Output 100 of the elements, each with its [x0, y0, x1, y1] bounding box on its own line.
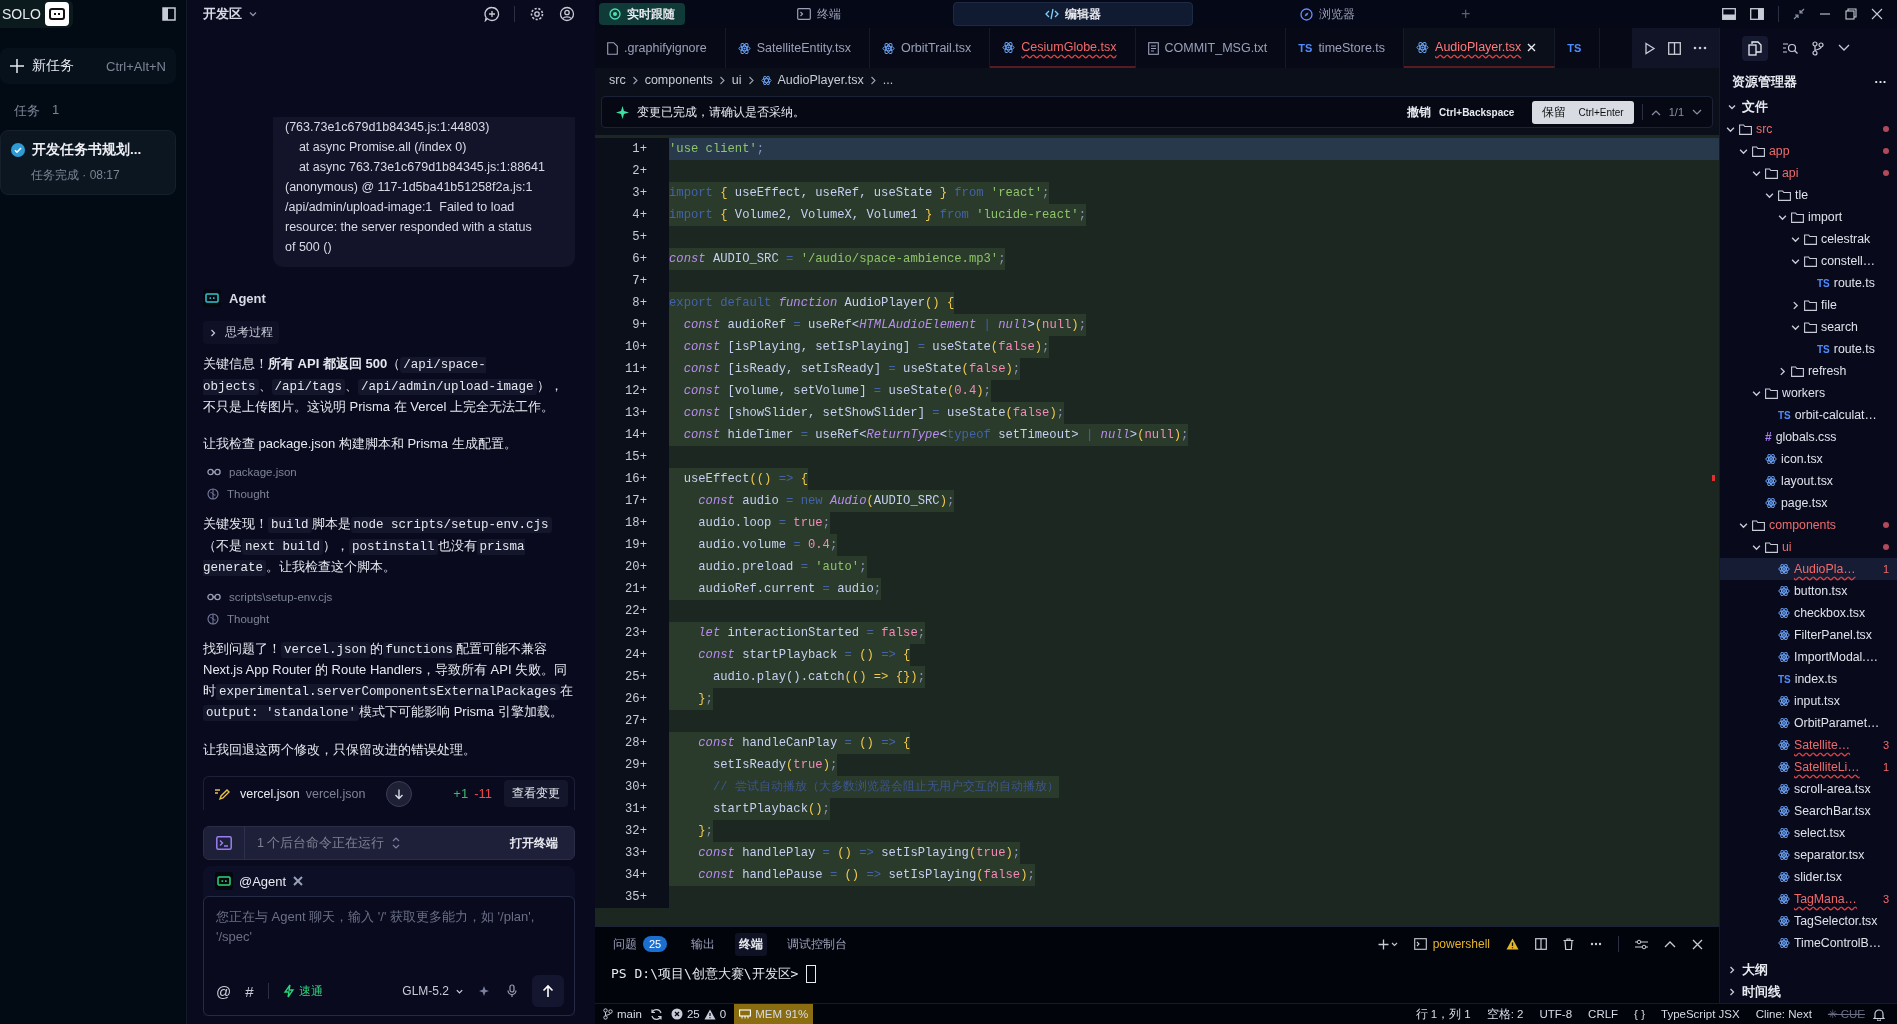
panel-tab[interactable]: 调试控制台: [783, 932, 852, 956]
tree-item[interactable]: separator.tsx: [1720, 844, 1897, 866]
workspace-dropdown[interactable]: 开发区: [203, 5, 258, 23]
status-item[interactable]: TypeScript JSX: [1661, 1008, 1740, 1020]
live-follow-button[interactable]: 实时跟随: [599, 3, 685, 25]
tree-item[interactable]: refresh: [1720, 360, 1897, 382]
tasks-label: 任务: [14, 102, 40, 120]
section-header[interactable]: 时间线: [1720, 981, 1897, 1003]
brand-name: SOLO: [2, 6, 41, 22]
shell-name[interactable]: powershell: [1432, 937, 1490, 951]
breadcrumb-item[interactable]: components: [644, 73, 713, 87]
file-tab[interactable]: CesiumGlobe.tsx: [990, 28, 1136, 68]
tree-item[interactable]: page.tsx: [1720, 492, 1897, 514]
status-item[interactable]: 空格: 2: [1486, 1006, 1524, 1022]
tree-item[interactable]: select.tsx: [1720, 822, 1897, 844]
mention-button[interactable]: @: [216, 982, 232, 1000]
chat-input-box[interactable]: 您正在与 Agent 聊天，输入 '/' 获取更多能力，如 '/plan', '/spec' @ # 速通 GLM-5.2: [203, 896, 575, 1016]
tree-item[interactable]: api: [1720, 162, 1897, 184]
tree-item[interactable]: app: [1720, 140, 1897, 162]
git-branch[interactable]: main: [603, 1008, 642, 1020]
changed-file-name[interactable]: vercel.json: [240, 786, 300, 801]
view-changes-button[interactable]: 查看变更: [504, 780, 568, 807]
thought-step[interactable]: Thought: [227, 612, 270, 625]
section-header[interactable]: 大纲: [1720, 959, 1897, 981]
view-tab[interactable]: 编辑器: [953, 2, 1193, 26]
tree-item[interactable]: components: [1720, 514, 1897, 536]
tree-item[interactable]: file: [1720, 294, 1897, 316]
section-header[interactable]: 文件: [1720, 96, 1897, 118]
file-tab[interactable]: OrbitTrail.tsx: [869, 28, 991, 68]
tree-item[interactable]: search: [1720, 316, 1897, 338]
tree-item[interactable]: SearchBar.tsx: [1720, 800, 1897, 822]
tree-item[interactable]: src: [1720, 118, 1897, 140]
tree-item[interactable]: TS route.ts: [1720, 272, 1897, 294]
file-tab[interactable]: SatelliteEntity.tsx: [725, 28, 870, 68]
panel-tab[interactable]: 终端: [735, 932, 768, 956]
model-dropdown[interactable]: GLM-5.2: [402, 984, 464, 998]
tree-item[interactable]: TimeControlB…: [1720, 932, 1897, 954]
tree-item[interactable]: slider.tsx: [1720, 866, 1897, 888]
tree-item[interactable]: workers: [1720, 382, 1897, 404]
mode-button[interactable]: 速通: [282, 982, 323, 1000]
tree-item[interactable]: checkbox.tsx: [1720, 602, 1897, 624]
keep-button[interactable]: 保留 Ctrl+Enter: [1532, 100, 1634, 124]
tree-item[interactable]: ui: [1720, 536, 1897, 558]
tree-item[interactable]: layout.tsx: [1720, 470, 1897, 492]
tree-item[interactable]: TagMana… 3: [1720, 888, 1897, 910]
more-actions[interactable]: ···: [1874, 75, 1887, 89]
line-number: 14+: [595, 424, 669, 446]
view-tab[interactable]: 终端: [699, 2, 939, 26]
tree-item[interactable]: button.tsx: [1720, 580, 1897, 602]
task-card[interactable]: 开发任务书规划... 任务完成 · 08:17: [0, 130, 176, 195]
tree-item[interactable]: ImportModal.…: [1720, 646, 1897, 668]
agent-message: 让我回退这两个修改，只保留改进的错误处理。: [203, 740, 477, 759]
problems-status[interactable]: 25 0: [670, 1008, 727, 1020]
file-tab[interactable]: .graphifyignore: [595, 28, 726, 68]
undo-button[interactable]: 撤销: [1407, 104, 1432, 120]
tree-item[interactable]: FilterPanel.tsx: [1720, 624, 1897, 646]
context-button[interactable]: #: [245, 982, 254, 1000]
tree-item[interactable]: TS route.ts: [1720, 338, 1897, 360]
panel-tab[interactable]: 输出: [687, 932, 720, 956]
tree-item[interactable]: SatelliteLi… 1: [1720, 756, 1897, 778]
thought-step[interactable]: Thought: [227, 488, 270, 500]
status-item[interactable]: Cline: Next: [1755, 1008, 1812, 1020]
memory-status[interactable]: MEM 91%: [734, 1004, 814, 1024]
new-task-button[interactable]: 新任务 Ctrl+Alt+N: [0, 48, 176, 84]
tree-item[interactable]: AudioPla… 1: [1720, 558, 1897, 580]
breadcrumb-item[interactable]: AudioPlayer.tsx: [777, 73, 864, 87]
tree-item[interactable]: input.tsx: [1720, 690, 1897, 712]
file-tab[interactable]: TS: [1555, 28, 1601, 68]
tree-item[interactable]: TS index.ts: [1720, 668, 1897, 690]
breadcrumb-item[interactable]: ui: [731, 73, 742, 87]
breadcrumb-item[interactable]: ...: [882, 73, 894, 87]
status-item[interactable]: UTF-8: [1539, 1008, 1573, 1020]
tree-item[interactable]: TagSelector.tsx: [1720, 910, 1897, 932]
open-terminal-button[interactable]: 打开终端: [510, 834, 558, 852]
status-item[interactable]: { }: [1634, 1008, 1645, 1020]
file-tab[interactable]: AudioPlayer.tsx: [1404, 28, 1556, 68]
status-item[interactable]: 行 1，列 1: [1415, 1006, 1471, 1022]
tree-item[interactable]: icon.tsx: [1720, 448, 1897, 470]
file-read-step[interactable]: scripts\setup-env.cjs: [229, 590, 333, 603]
agent-message: 让我检查 package.json 构建脚本和 Prisma 生成配置。: [203, 434, 518, 453]
breadcrumb-item[interactable]: src: [609, 73, 626, 87]
line-number: 25+: [595, 666, 669, 688]
line-number: 32+: [595, 820, 669, 842]
view-tab[interactable]: 浏览器: [1207, 2, 1447, 26]
tree-item[interactable]: constell…: [1720, 250, 1897, 272]
tree-item[interactable]: scroll-area.tsx: [1720, 778, 1897, 800]
tree-item[interactable]: OrbitParamet…: [1720, 712, 1897, 734]
file-read-step[interactable]: package.json: [229, 466, 297, 478]
tree-item[interactable]: import: [1720, 206, 1897, 228]
tree-item[interactable]: # globals.css: [1720, 426, 1897, 448]
tree-item[interactable]: Satellite… 3: [1720, 734, 1897, 756]
cue-status[interactable]: ✳ CUE: [1827, 1007, 1865, 1021]
tree-item[interactable]: celestrak: [1720, 228, 1897, 250]
tree-item[interactable]: TS orbit-calculat…: [1720, 404, 1897, 426]
tree-item[interactable]: tle: [1720, 184, 1897, 206]
thinking-toggle[interactable]: 思考过程: [203, 321, 279, 344]
file-tab[interactable]: COMMIT_MSG.txt: [1135, 28, 1287, 68]
status-item[interactable]: CRLF: [1588, 1008, 1619, 1020]
panel-tab[interactable]: 问题 25: [609, 932, 672, 956]
background-command-status[interactable]: 1 个后台命令正在运行: [257, 834, 385, 852]
